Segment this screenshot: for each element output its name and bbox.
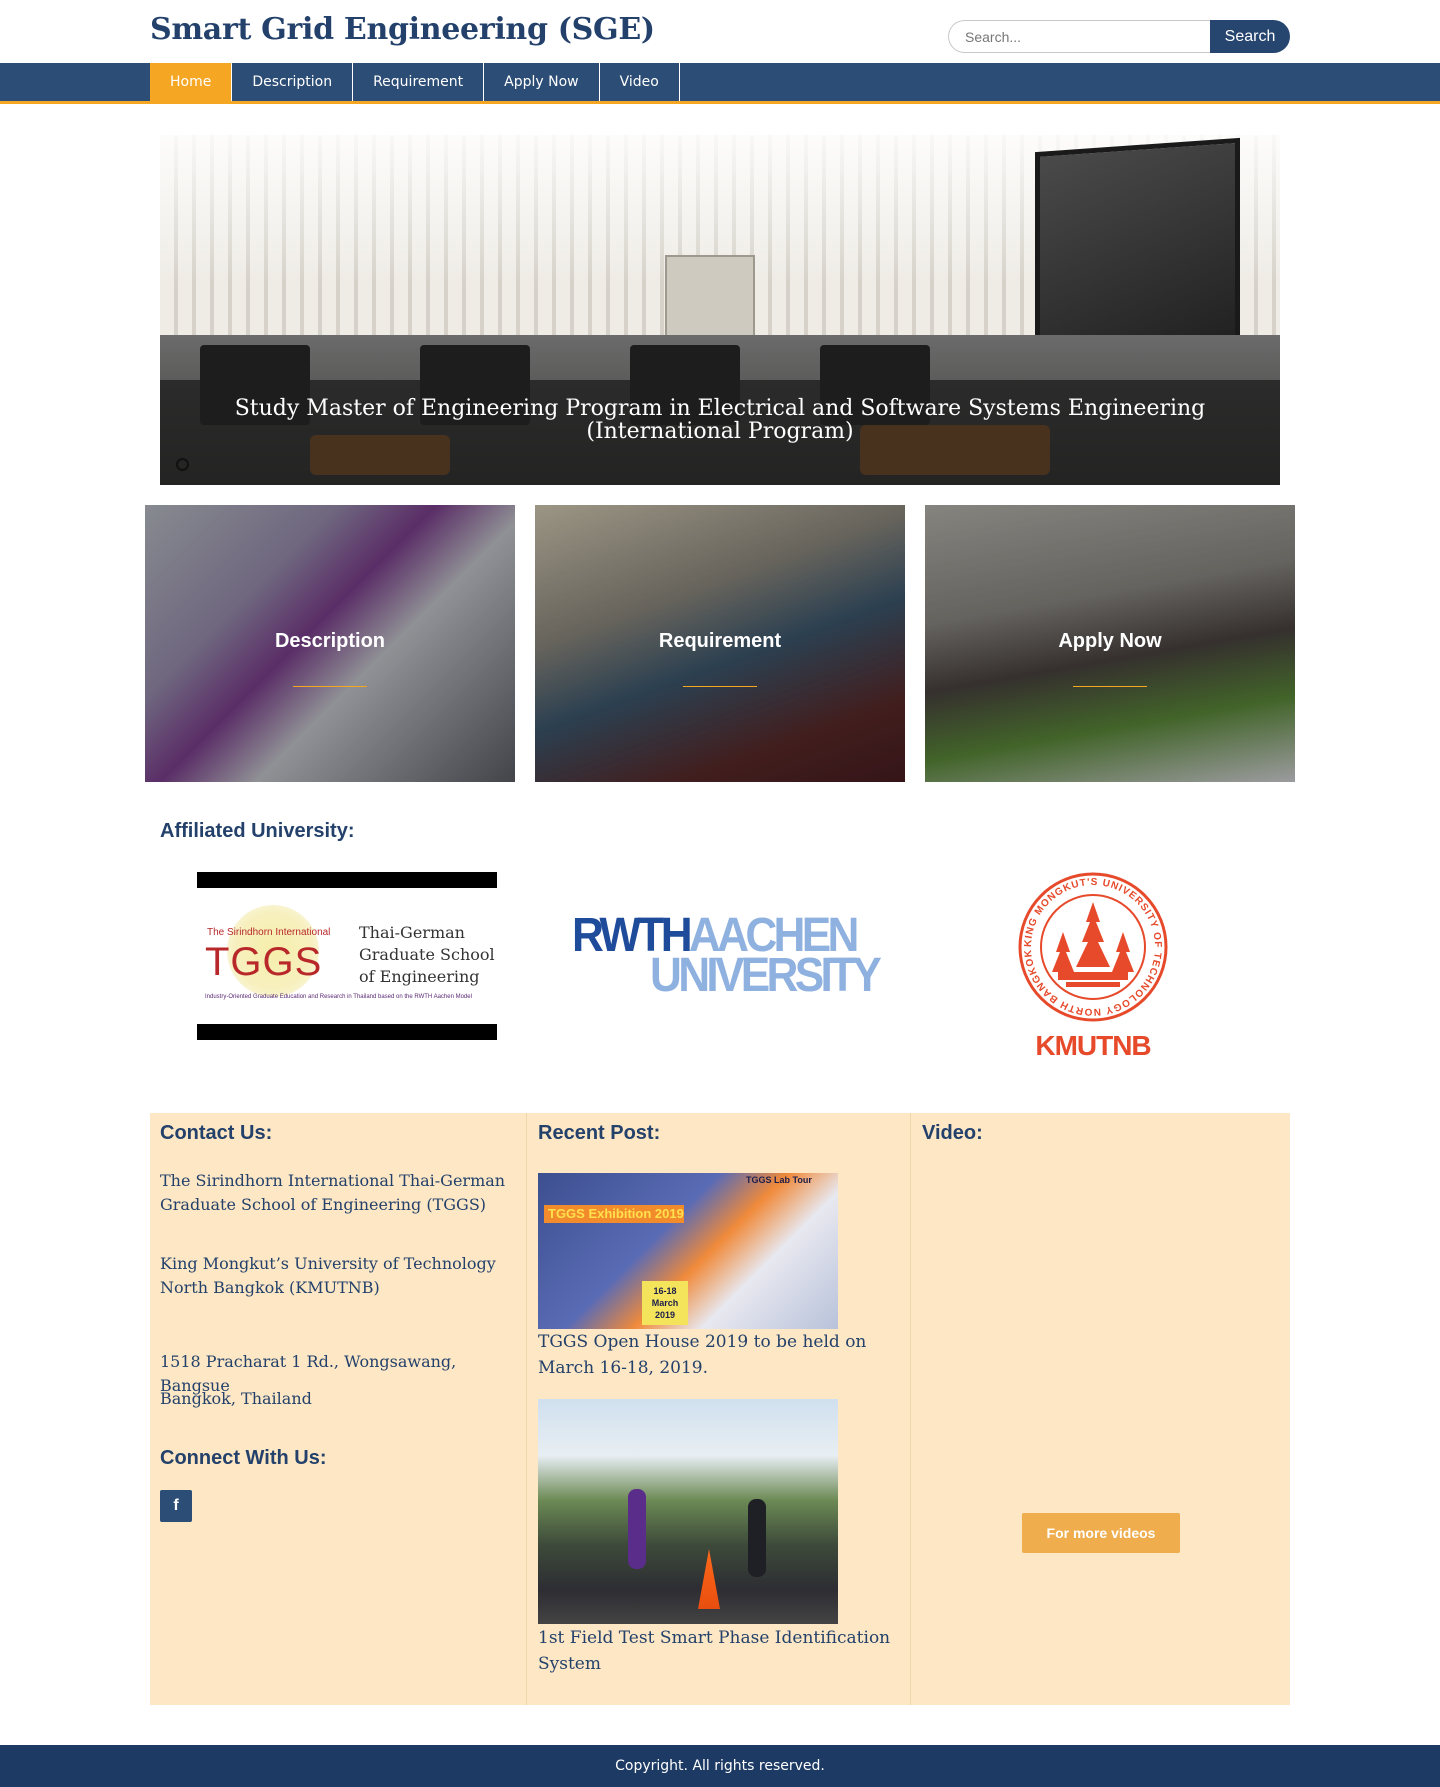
rwth-logo-university: UNIVERSITY [650, 949, 882, 1002]
card-description[interactable]: Description [145, 505, 515, 782]
kmutnb-seal-icon: KING MONGKUT'S UNIVERSITY OF TECHNOLOGY … [1018, 872, 1168, 1022]
card-title: Description [274, 630, 386, 652]
site-header: Smart Grid Engineering (SGE) Search [0, 0, 1440, 63]
card-underline [1073, 686, 1147, 687]
contact-tggs: The Sirindhorn International Thai-German… [160, 1171, 506, 1214]
post-title[interactable]: TGGS Open House 2019 to be held on March… [538, 1329, 898, 1381]
poster-lab-tour: TGGS Lab Tour [746, 1175, 812, 1185]
post-photo-person [628, 1489, 646, 1569]
connect-title: Connect With Us: [160, 1447, 327, 1469]
recent-posts-title: Recent Post: [538, 1122, 661, 1144]
post-thumbnail[interactable]: TGGS Exhibition 2019 TGGS Lab Tour 16-18… [538, 1173, 838, 1329]
hero-caption-title: Study Master of Engineering Program in E… [234, 396, 1206, 444]
rwth-aachen-logo[interactable]: RWTHAACHEN UNIVERSITY [572, 912, 882, 1000]
card-underline [293, 686, 367, 687]
tggs-logo-tagline: Industry-Oriented Graduate Education and… [205, 994, 472, 1000]
nav-item-home[interactable]: Home [150, 63, 233, 101]
nav-item-video[interactable]: Video [600, 63, 680, 101]
tggs-logo-school-name: Thai-German Graduate School of Engineeri… [359, 922, 495, 988]
recent-posts-column: Recent Post: TGGS Exhibition 2019 TGGS L… [528, 1113, 911, 1705]
nav-item-requirement[interactable]: Requirement [353, 63, 485, 101]
tggs-logo-small-text: The Sirindhorn International [207, 927, 331, 938]
more-videos-button[interactable]: For more videos [1022, 1513, 1180, 1553]
logo-border [197, 872, 497, 888]
slider-dot[interactable] [176, 458, 189, 471]
post-thumbnail[interactable] [538, 1399, 838, 1624]
card-apply-now[interactable]: Apply Now [925, 505, 1295, 782]
card-title: Apply Now [1058, 630, 1162, 652]
logo-border [197, 1024, 497, 1040]
kmutnb-logo-name: KMUTNB [1035, 1030, 1151, 1061]
footer-widgets: Contact Us: The Sirindhorn International… [150, 1113, 1290, 1705]
search-form: Search [948, 20, 1290, 53]
tggs-logo-line: Thai-German [359, 923, 465, 942]
tggs-logo-wordmark: TGGS [205, 940, 323, 984]
search-button[interactable]: Search [1210, 20, 1290, 53]
video-column: Video: For more videos [912, 1113, 1290, 1705]
main-nav: Home Description Requirement Apply Now V… [150, 63, 680, 101]
tggs-logo-line: of Engineering [359, 967, 480, 986]
search-input[interactable] [948, 20, 1210, 53]
kmutnb-logo[interactable]: KING MONGKUT'S UNIVERSITY OF TECHNOLOGY … [1015, 870, 1171, 1063]
tggs-logo-line: Graduate School [359, 945, 495, 964]
traffic-cone-icon [698, 1549, 720, 1609]
affiliated-title: Affiliated University: [160, 820, 355, 842]
post-photo-person [748, 1499, 766, 1577]
poster-date: 16-18 March 2019 [642, 1281, 688, 1325]
contact-column: Contact Us: The Sirindhorn International… [150, 1113, 527, 1705]
poster-heading: TGGS Exhibition 2019 [548, 1206, 684, 1221]
contact-title: Contact Us: [160, 1122, 273, 1144]
copyright-text: Copyright. All rights reserved. [615, 1758, 825, 1774]
site-title[interactable]: Smart Grid Engineering (SGE) [150, 12, 655, 47]
main-navbar: Home Description Requirement Apply Now V… [0, 63, 1440, 104]
nav-item-description[interactable]: Description [232, 63, 354, 101]
card-requirement[interactable]: Requirement [535, 505, 905, 782]
site-footer: Copyright. All rights reserved. [0, 1745, 1440, 1787]
tggs-logo[interactable]: The Sirindhorn International TGGS Thai-G… [197, 872, 497, 1040]
nav-item-apply-now[interactable]: Apply Now [484, 63, 600, 101]
post-title[interactable]: 1st Field Test Smart Phase Identificatio… [538, 1625, 898, 1677]
hero-slider[interactable]: Study Master of Engineering Program in E… [160, 135, 1280, 485]
contact-kmutnb: King Mongkut’s University of Technology … [160, 1254, 496, 1297]
card-title: Requirement [658, 630, 782, 652]
facebook-icon[interactable]: f [160, 1490, 192, 1522]
contact-city: Bangkok, Thailand [160, 1389, 312, 1408]
video-title: Video: [922, 1122, 983, 1144]
card-underline [683, 686, 757, 687]
